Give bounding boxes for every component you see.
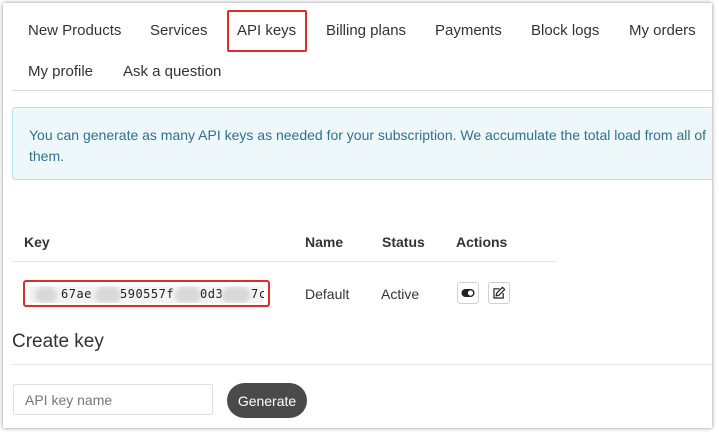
tab-block-logs[interactable]: Block logs <box>531 22 599 40</box>
api-key-value: 67ae 590557f 0d3 7c <box>23 280 270 307</box>
info-alert: You can generate as many API keys as nee… <box>12 107 712 180</box>
tab-billing-plans[interactable]: Billing plans <box>326 22 406 40</box>
tab-services[interactable]: Services <box>150 22 208 40</box>
toggle-status-button[interactable] <box>457 282 479 304</box>
status-cell: Active <box>381 286 420 302</box>
api-key-name-input[interactable] <box>13 384 213 415</box>
column-header-name: Name <box>305 234 344 250</box>
key-name-cell: Default <box>305 286 350 302</box>
key-redaction <box>95 287 121 303</box>
key-segment: 67ae <box>61 287 92 301</box>
info-text-line-1: You can generate as many API keys as nee… <box>29 127 707 143</box>
create-key-heading: Create key <box>12 331 104 352</box>
info-text-line-2: them. <box>29 148 65 164</box>
key-redaction <box>35 287 57 303</box>
create-key-divider <box>12 364 712 365</box>
key-segment: 590557f <box>120 287 175 301</box>
tab-api-keys[interactable]: API keys <box>237 22 296 40</box>
key-redaction <box>175 287 201 303</box>
key-redaction <box>222 287 250 303</box>
edit-key-button[interactable] <box>488 282 510 304</box>
tab-my-profile[interactable]: My profile <box>28 63 93 81</box>
app-window: New Products Services API keys Billing p… <box>3 3 712 428</box>
column-header-status: Status <box>382 234 425 250</box>
tabs-divider <box>12 90 712 91</box>
generate-button[interactable]: Generate <box>227 383 307 418</box>
table-header-divider <box>12 261 557 262</box>
api-key-text: 67ae 590557f 0d3 7c <box>29 286 264 303</box>
tab-ask-a-question[interactable]: Ask a question <box>123 63 221 81</box>
tab-payments[interactable]: Payments <box>435 22 502 40</box>
column-header-actions: Actions <box>456 234 508 250</box>
key-segment: 0d3 <box>200 287 224 301</box>
key-segment: 7c <box>251 287 264 301</box>
tab-my-orders[interactable]: My orders <box>629 22 696 40</box>
column-header-key: Key <box>24 234 50 250</box>
tab-new-products[interactable]: New Products <box>28 22 121 40</box>
